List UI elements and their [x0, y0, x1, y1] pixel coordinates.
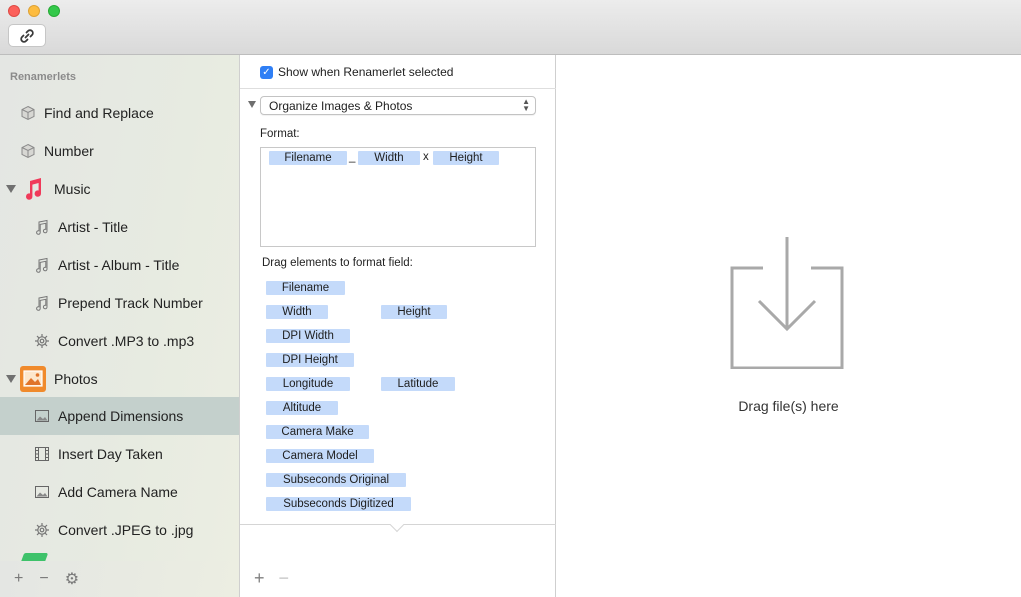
sidebar-item-number[interactable]: Number — [0, 132, 239, 170]
sidebar-footer: + − ⚙ — [0, 561, 239, 597]
format-field[interactable]: Filename _ Width x Height — [260, 147, 536, 247]
element-subseconds-original[interactable]: Subseconds Original — [266, 473, 406, 487]
sidebar-item-insert-day-taken[interactable]: Insert Day Taken — [0, 435, 239, 473]
add-renamerlet-button[interactable]: + — [14, 570, 23, 588]
link-icon — [20, 28, 34, 43]
gear-icon — [34, 333, 50, 349]
title-bar — [0, 0, 1021, 55]
sidebar-item-label: Artist - Title — [58, 219, 129, 235]
photos-folder-icon — [20, 366, 46, 392]
element-longitude[interactable]: Longitude — [266, 377, 350, 391]
element-latitude[interactable]: Latitude — [381, 377, 455, 391]
sidebar-item-find-and-replace[interactable]: Find and Replace — [0, 94, 239, 132]
show-when-selected-label: Show when Renamerlet selected — [278, 65, 454, 79]
settings-gear-icon[interactable]: ⚙ — [65, 569, 79, 589]
download-tray-icon — [730, 237, 844, 369]
sidebar-group-photos[interactable]: Photos — [0, 360, 239, 398]
element-altitude[interactable]: Altitude — [266, 401, 338, 415]
drop-zone[interactable]: Drag file(s) here — [556, 55, 1021, 597]
sidebar-item-label: Find and Replace — [44, 105, 154, 121]
element-dpi-width[interactable]: DPI Width — [266, 329, 350, 343]
disclosure-triangle-icon[interactable] — [6, 185, 16, 193]
minimize-window-button[interactable] — [28, 5, 40, 17]
sidebar-item-artist-album-title[interactable]: Artist - Album - Title — [0, 246, 239, 284]
link-button[interactable] — [8, 24, 46, 47]
element-camera-model[interactable]: Camera Model — [266, 449, 374, 463]
cube-icon — [20, 105, 36, 121]
sidebar: Renamerlets Find and Replace Number Musi… — [0, 55, 240, 597]
sidebar-item-label: Append Dimensions — [58, 408, 184, 424]
sidebar-item-label: Insert Day Taken — [58, 446, 163, 462]
remove-renamerlet-button[interactable]: − — [39, 570, 48, 588]
element-height[interactable]: Height — [381, 305, 447, 319]
sidebar-item-label: Prepend Track Number — [58, 295, 203, 311]
close-window-button[interactable] — [8, 5, 20, 17]
sidebar-item-convert-mp3[interactable]: Convert .MP3 to .mp3 — [0, 322, 239, 360]
divider — [240, 88, 556, 89]
disclosure-triangle-icon[interactable] — [6, 375, 16, 383]
popover-notch — [389, 517, 405, 533]
sidebar-item-add-camera-name[interactable]: Add Camera Name — [0, 473, 239, 511]
sidebar-item-artist-title[interactable]: Artist - Title — [0, 208, 239, 246]
format-separator[interactable]: x — [423, 151, 429, 163]
sidebar-group-music[interactable]: Music — [0, 170, 239, 208]
element-filename[interactable]: Filename — [266, 281, 345, 295]
zoom-window-button[interactable] — [48, 5, 60, 17]
element-camera-make[interactable]: Camera Make — [266, 425, 369, 439]
group-select[interactable]: Organize Images & Photos ▲ ▼ — [260, 96, 536, 115]
music-note-icon — [34, 295, 50, 311]
element-dpi-height[interactable]: DPI Height — [266, 353, 354, 367]
select-arrows-icon: ▲ ▼ — [522, 97, 530, 113]
group-select-value: Organize Images & Photos — [269, 98, 413, 113]
music-note-icon — [34, 219, 50, 235]
sidebar-header: Renamerlets — [10, 71, 77, 83]
sidebar-item-append-dimensions[interactable]: Append Dimensions — [0, 397, 239, 435]
sidebar-item-prepend-track-number[interactable]: Prepend Track Number — [0, 284, 239, 322]
sidebar-item-label: Number — [44, 143, 94, 159]
drop-zone-label: Drag file(s) here — [738, 398, 839, 414]
format-token-filename[interactable]: Filename — [269, 151, 347, 165]
rule-editor-pane: ✓ Show when Renamerlet selected Organize… — [240, 55, 556, 597]
format-token-height[interactable]: Height — [433, 151, 499, 165]
music-note-icon — [34, 257, 50, 273]
element-subseconds-digitized[interactable]: Subseconds Digitized — [266, 497, 411, 511]
show-when-selected-checkbox[interactable]: ✓ — [260, 65, 273, 79]
format-token-width[interactable]: Width — [358, 151, 420, 165]
sidebar-item-label: Add Camera Name — [58, 484, 178, 500]
element-width[interactable]: Width — [266, 305, 328, 319]
format-label: Format: — [260, 128, 300, 140]
image-icon — [34, 484, 50, 500]
sidebar-item-label: Music — [54, 181, 91, 197]
rule-footer: + − — [254, 568, 289, 589]
film-icon — [34, 446, 50, 462]
disclosure-triangle-icon[interactable] — [248, 101, 256, 108]
gear-icon — [34, 522, 50, 538]
sidebar-item-label: Convert .MP3 to .mp3 — [58, 333, 195, 349]
add-rule-button[interactable]: + — [254, 568, 265, 589]
sidebar-item-convert-jpeg[interactable]: Convert .JPEG to .jpg — [0, 511, 239, 549]
sidebar-item-label: Artist - Album - Title — [58, 257, 180, 273]
show-when-selected-row[interactable]: ✓ Show when Renamerlet selected — [260, 65, 453, 79]
sidebar-item-label: Photos — [54, 371, 98, 387]
remove-rule-button[interactable]: − — [279, 568, 290, 589]
format-separator[interactable]: _ — [349, 151, 355, 163]
music-folder-icon — [20, 176, 46, 202]
image-icon — [34, 408, 50, 424]
sidebar-item-label: Convert .JPEG to .jpg — [58, 522, 194, 538]
cube-icon — [20, 143, 36, 159]
drag-elements-label: Drag elements to format field: — [262, 257, 413, 269]
